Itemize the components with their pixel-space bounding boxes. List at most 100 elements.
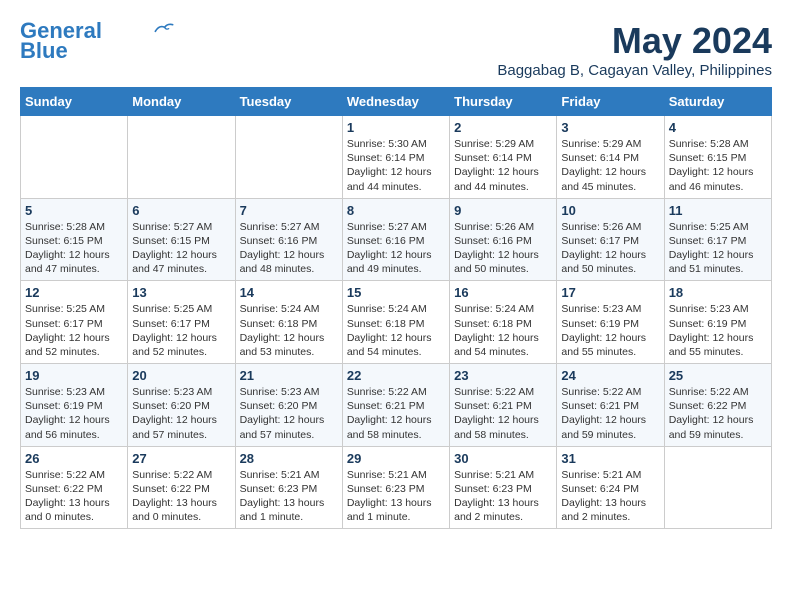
day-number: 9 — [454, 203, 552, 218]
calendar-cell: 17 Sunrise: 5:23 AMSunset: 6:19 PMDayligh… — [557, 281, 664, 364]
calendar-cell — [664, 446, 771, 529]
day-info: Sunrise: 5:22 AMSunset: 6:22 PMDaylight:… — [25, 468, 123, 525]
day-info: Sunrise: 5:21 AMSunset: 6:23 PMDaylight:… — [347, 468, 445, 525]
calendar-cell: 13 Sunrise: 5:25 AMSunset: 6:17 PMDayligh… — [128, 281, 235, 364]
day-number: 8 — [347, 203, 445, 218]
day-info: Sunrise: 5:23 AMSunset: 6:19 PMDaylight:… — [669, 302, 767, 359]
day-number: 3 — [561, 120, 659, 135]
day-number: 30 — [454, 451, 552, 466]
weekday-header: Monday — [128, 88, 235, 116]
day-number: 16 — [454, 285, 552, 300]
day-info: Sunrise: 5:27 AMSunset: 6:16 PMDaylight:… — [347, 220, 445, 277]
calendar-cell: 16 Sunrise: 5:24 AMSunset: 6:18 PMDayligh… — [450, 281, 557, 364]
day-info: Sunrise: 5:23 AMSunset: 6:19 PMDaylight:… — [25, 385, 123, 442]
day-number: 28 — [240, 451, 338, 466]
calendar-cell: 18 Sunrise: 5:23 AMSunset: 6:19 PMDayligh… — [664, 281, 771, 364]
calendar-cell: 1 Sunrise: 5:30 AMSunset: 6:14 PMDaylight… — [342, 116, 449, 199]
calendar-week-row: 19 Sunrise: 5:23 AMSunset: 6:19 PMDayligh… — [21, 364, 772, 447]
calendar-cell: 6 Sunrise: 5:27 AMSunset: 6:15 PMDaylight… — [128, 198, 235, 281]
calendar-cell: 10 Sunrise: 5:26 AMSunset: 6:17 PMDayligh… — [557, 198, 664, 281]
day-number: 31 — [561, 451, 659, 466]
calendar-cell: 24 Sunrise: 5:22 AMSunset: 6:21 PMDayligh… — [557, 364, 664, 447]
day-number: 27 — [132, 451, 230, 466]
day-info: Sunrise: 5:21 AMSunset: 6:23 PMDaylight:… — [454, 468, 552, 525]
day-number: 5 — [25, 203, 123, 218]
day-number: 12 — [25, 285, 123, 300]
day-number: 15 — [347, 285, 445, 300]
calendar-cell — [21, 116, 128, 199]
day-info: Sunrise: 5:28 AMSunset: 6:15 PMDaylight:… — [669, 137, 767, 194]
calendar-week-row: 5Sunrise: 5:28 AMSunset: 6:15 PMDaylight… — [21, 198, 772, 281]
day-info: Sunrise: 5:23 AMSunset: 6:20 PMDaylight:… — [132, 385, 230, 442]
day-info: Sunrise: 5:26 AMSunset: 6:16 PMDaylight:… — [454, 220, 552, 277]
day-number: 25 — [669, 368, 767, 383]
day-info: Sunrise: 5:23 AMSunset: 6:19 PMDaylight:… — [561, 302, 659, 359]
logo: General Blue — [20, 20, 174, 64]
weekday-header: Tuesday — [235, 88, 342, 116]
page-header: General Blue May 2024 Baggabag B, Cagaya… — [20, 20, 772, 79]
logo-bird-icon — [154, 21, 174, 35]
calendar-cell: 12 Sunrise: 5:25 AMSunset: 6:17 PMDayligh… — [21, 281, 128, 364]
day-info: Sunrise: 5:29 AMSunset: 6:14 PMDaylight:… — [561, 137, 659, 194]
day-info: Sunrise: 5:26 AMSunset: 6:17 PMDaylight:… — [561, 220, 659, 277]
calendar-cell: 27 Sunrise: 5:22 AMSunset: 6:22 PMDayligh… — [128, 446, 235, 529]
day-info: Sunrise: 5:25 AMSunset: 6:17 PMDaylight:… — [25, 302, 123, 359]
calendar-cell: 28 Sunrise: 5:21 AMSunset: 6:23 PMDayligh… — [235, 446, 342, 529]
weekday-header: Wednesday — [342, 88, 449, 116]
day-info: Sunrise: 5:22 AMSunset: 6:21 PMDaylight:… — [454, 385, 552, 442]
day-info: Sunrise: 5:25 AMSunset: 6:17 PMDaylight:… — [669, 220, 767, 277]
day-info: Sunrise: 5:24 AMSunset: 6:18 PMDaylight:… — [454, 302, 552, 359]
weekday-header: Friday — [557, 88, 664, 116]
calendar-cell: 29Sunrise: 5:21 AMSunset: 6:23 PMDayligh… — [342, 446, 449, 529]
logo-blue-text: Blue — [20, 38, 68, 64]
day-info: Sunrise: 5:24 AMSunset: 6:18 PMDaylight:… — [347, 302, 445, 359]
calendar-week-row: 26 Sunrise: 5:22 AMSunset: 6:22 PMDayligh… — [21, 446, 772, 529]
calendar-week-row: 1 Sunrise: 5:30 AMSunset: 6:14 PMDaylight… — [21, 116, 772, 199]
day-number: 14 — [240, 285, 338, 300]
day-info: Sunrise: 5:25 AMSunset: 6:17 PMDaylight:… — [132, 302, 230, 359]
calendar-cell: 21 Sunrise: 5:23 AMSunset: 6:20 PMDayligh… — [235, 364, 342, 447]
month-title: May 2024 — [497, 20, 772, 62]
day-info: Sunrise: 5:29 AMSunset: 6:14 PMDaylight:… — [454, 137, 552, 194]
day-info: Sunrise: 5:22 AMSunset: 6:21 PMDaylight:… — [347, 385, 445, 442]
day-info: Sunrise: 5:24 AMSunset: 6:18 PMDaylight:… — [240, 302, 338, 359]
day-number: 23 — [454, 368, 552, 383]
weekday-header: Saturday — [664, 88, 771, 116]
day-number: 11 — [669, 203, 767, 218]
calendar-cell: 15 Sunrise: 5:24 AMSunset: 6:18 PMDayligh… — [342, 281, 449, 364]
day-number: 19 — [25, 368, 123, 383]
day-number: 4 — [669, 120, 767, 135]
calendar-cell: 26 Sunrise: 5:22 AMSunset: 6:22 PMDayligh… — [21, 446, 128, 529]
calendar-week-row: 12 Sunrise: 5:25 AMSunset: 6:17 PMDayligh… — [21, 281, 772, 364]
day-number: 1 — [347, 120, 445, 135]
calendar-cell: 14 Sunrise: 5:24 AMSunset: 6:18 PMDayligh… — [235, 281, 342, 364]
calendar-cell: 31Sunrise: 5:21 AMSunset: 6:24 PMDayligh… — [557, 446, 664, 529]
calendar-cell: 9 Sunrise: 5:26 AMSunset: 6:16 PMDaylight… — [450, 198, 557, 281]
day-number: 21 — [240, 368, 338, 383]
day-info: Sunrise: 5:21 AMSunset: 6:23 PMDaylight:… — [240, 468, 338, 525]
calendar-cell: 20 Sunrise: 5:23 AMSunset: 6:20 PMDayligh… — [128, 364, 235, 447]
day-number: 18 — [669, 285, 767, 300]
day-info: Sunrise: 5:22 AMSunset: 6:22 PMDaylight:… — [132, 468, 230, 525]
day-info: Sunrise: 5:23 AMSunset: 6:20 PMDaylight:… — [240, 385, 338, 442]
day-info: Sunrise: 5:22 AMSunset: 6:21 PMDaylight:… — [561, 385, 659, 442]
weekday-header: Sunday — [21, 88, 128, 116]
weekday-header: Thursday — [450, 88, 557, 116]
calendar-cell: 8 Sunrise: 5:27 AMSunset: 6:16 PMDaylight… — [342, 198, 449, 281]
day-number: 6 — [132, 203, 230, 218]
day-number: 7 — [240, 203, 338, 218]
calendar-cell: 23 Sunrise: 5:22 AMSunset: 6:21 PMDayligh… — [450, 364, 557, 447]
day-info: Sunrise: 5:30 AMSunset: 6:14 PMDaylight:… — [347, 137, 445, 194]
day-number: 13 — [132, 285, 230, 300]
day-number: 26 — [25, 451, 123, 466]
title-area: May 2024 Baggabag B, Cagayan Valley, Phi… — [497, 20, 772, 79]
day-number: 17 — [561, 285, 659, 300]
day-info: Sunrise: 5:27 AMSunset: 6:15 PMDaylight:… — [132, 220, 230, 277]
day-number: 2 — [454, 120, 552, 135]
calendar-cell: 4 Sunrise: 5:28 AMSunset: 6:15 PMDaylight… — [664, 116, 771, 199]
day-number: 20 — [132, 368, 230, 383]
calendar-cell: 7Sunrise: 5:27 AMSunset: 6:16 PMDaylight… — [235, 198, 342, 281]
calendar-cell: 3 Sunrise: 5:29 AMSunset: 6:14 PMDaylight… — [557, 116, 664, 199]
day-number: 24 — [561, 368, 659, 383]
day-number: 10 — [561, 203, 659, 218]
